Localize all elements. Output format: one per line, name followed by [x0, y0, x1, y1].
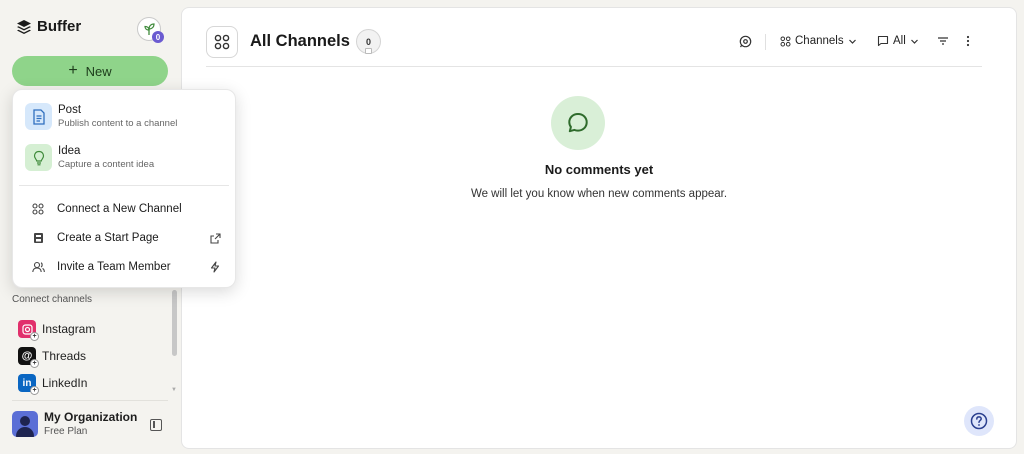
more-options-button[interactable]: [966, 35, 970, 47]
document-icon: [25, 103, 52, 130]
channel-name: LinkedIn: [42, 376, 88, 390]
people-icon: [31, 260, 45, 274]
add-channel-plus-icon: +: [30, 386, 39, 395]
external-link-icon: [209, 232, 221, 244]
menu-item-title: Idea: [58, 145, 81, 157]
add-channel-plus-icon: +: [30, 359, 39, 368]
menu-item-label: Create a Start Page: [57, 232, 159, 244]
chevron-down-icon: [910, 39, 918, 44]
organization-plan: Free Plan: [44, 426, 88, 437]
organization-switcher[interactable]: My Organization Free Plan: [12, 400, 168, 440]
comment-filter-label: All: [893, 35, 906, 47]
count-indicator-icon: [365, 48, 372, 54]
channel-name: Threads: [42, 349, 87, 363]
chevron-down-icon: [848, 39, 856, 44]
brand-name: Buffer: [37, 18, 82, 35]
all-channels-icon: [206, 26, 238, 58]
add-channel-plus-icon: +: [30, 332, 39, 341]
lightbulb-icon: [25, 144, 52, 171]
menu-item-connect-channel[interactable]: Connect a New Channel: [31, 202, 221, 216]
chat-bubble-icon: [568, 113, 588, 133]
empty-state-title: No comments yet: [544, 162, 654, 177]
plan-growth-badge[interactable]: 0: [137, 17, 164, 43]
plan-count-badge: 0: [152, 31, 164, 43]
buffer-stack-icon: [17, 19, 31, 34]
threads-icon: @ +: [18, 347, 39, 368]
new-button[interactable]: + New: [12, 56, 168, 86]
sort-button[interactable]: [937, 35, 949, 47]
main-panel: All Channels 0 Channels All No comments …: [181, 7, 1017, 449]
linkedin-icon: in +: [18, 374, 39, 395]
menu-item-idea[interactable]: Idea Capture a content idea: [25, 144, 154, 171]
channels-filter-label: Channels: [795, 35, 844, 47]
channel-name: Instagram: [42, 322, 96, 336]
instagram-icon: +: [18, 320, 39, 341]
avatar: [12, 410, 38, 437]
menu-item-label: Connect a New Channel: [57, 203, 182, 215]
scroll-down-arrow-icon[interactable]: ▼: [171, 387, 177, 393]
grid-icon: [780, 36, 791, 46]
page-icon: [31, 231, 45, 245]
empty-state-subtitle: We will let you know when new comments a…: [470, 188, 728, 200]
new-button-label: New: [85, 63, 112, 79]
menu-item-start-page[interactable]: Create a Start Page: [31, 231, 221, 245]
menu-item-label: Invite a Team Member: [57, 261, 171, 273]
filter-lines-icon: [938, 37, 948, 45]
lightning-icon: [209, 261, 221, 273]
grid-icon: [31, 202, 45, 216]
scrollbar-thumb[interactable]: [172, 290, 177, 356]
empty-comments-illustration: [551, 96, 605, 150]
channels-filter-dropdown[interactable]: Channels: [780, 35, 857, 47]
comment-type-filter-dropdown[interactable]: All: [877, 35, 919, 47]
toolbar-divider: [765, 34, 766, 50]
menu-item-subtitle: Publish content to a channel: [58, 118, 178, 129]
organization-name: My Organization: [44, 410, 138, 424]
new-dropdown-menu: Post Publish content to a channel Idea C…: [12, 89, 236, 288]
buffer-logo[interactable]: Buffer: [16, 18, 81, 35]
channel-linkedin[interactable]: in + LinkedIn: [18, 374, 88, 395]
connect-channels-label: Connect channels: [12, 294, 93, 305]
header-divider: [206, 66, 982, 67]
page-title: All Channels: [250, 32, 350, 50]
help-button[interactable]: [964, 406, 994, 436]
more-vertical-icon: [966, 35, 970, 47]
channel-instagram[interactable]: + Instagram: [18, 320, 96, 341]
menu-divider: [19, 185, 229, 186]
menu-item-post[interactable]: Post Publish content to a channel: [25, 103, 177, 130]
comment-eye-icon: [739, 35, 752, 48]
menu-item-invite-member[interactable]: Invite a Team Member: [31, 260, 221, 274]
question-circle-icon: [970, 412, 988, 430]
sidebar-scrollbar[interactable]: ▼: [171, 285, 177, 395]
comment-settings-button[interactable]: [739, 35, 752, 48]
comment-icon: [877, 35, 889, 47]
menu-item-title: Post: [58, 104, 82, 116]
channel-threads[interactable]: @ + Threads: [18, 347, 87, 368]
menu-item-subtitle: Capture a content idea: [58, 159, 155, 170]
plus-icon: +: [68, 62, 78, 79]
collapse-sidebar-icon[interactable]: [150, 419, 162, 431]
